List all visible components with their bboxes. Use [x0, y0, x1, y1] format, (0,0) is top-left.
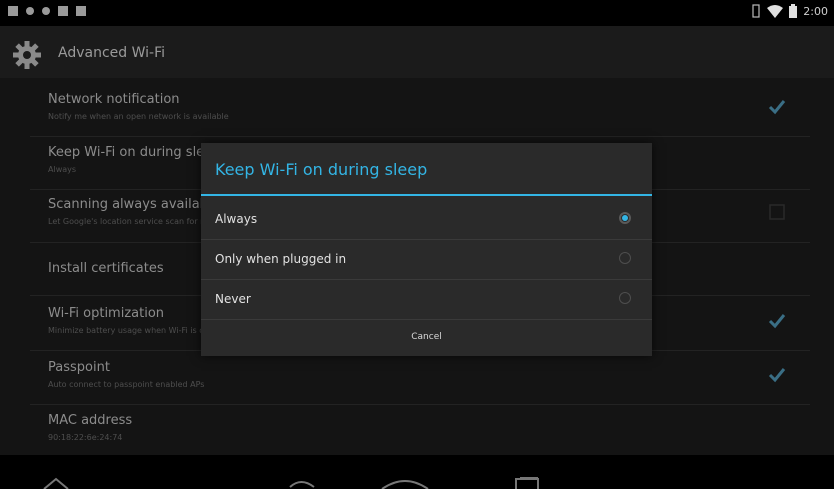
setting-summary: Always	[48, 165, 77, 174]
keep-wifi-dialog: Keep Wi-Fi on during sleep Always Only w…	[201, 143, 652, 356]
setting-title: MAC address	[48, 413, 133, 428]
page-title: Advanced Wi-Fi	[58, 45, 166, 61]
recent-apps-icon[interactable]	[512, 477, 542, 489]
chevron-up-icon[interactable]	[42, 477, 70, 489]
dialog-title-divider	[201, 194, 652, 196]
option-label: Only when plugged in	[215, 252, 347, 266]
gear-icon[interactable]	[12, 40, 42, 70]
notification-icons	[8, 6, 86, 16]
radio-unselected-icon[interactable]	[619, 292, 631, 304]
back-icon[interactable]	[286, 479, 316, 489]
notification-icon	[26, 7, 34, 15]
checkbox-unchecked-icon[interactable]	[766, 201, 788, 223]
action-bar: Advanced Wi-Fi	[0, 26, 834, 78]
setting-summary: 90:18:22:6e:24:74	[48, 433, 123, 442]
option-label: Always	[215, 212, 258, 226]
clock: 2:00	[803, 4, 828, 18]
system-icons: 2:00	[751, 4, 828, 18]
setting-title: Scanning always available	[48, 197, 220, 212]
setting-network-notification[interactable]: Network notification Notify me when an o…	[48, 92, 788, 142]
home-icon[interactable]	[380, 477, 430, 489]
setting-summary: Notify me when an open network is availa…	[48, 112, 229, 121]
setting-summary: Minimize battery usage when Wi-Fi is on	[48, 326, 210, 335]
status-bar: 2:00	[0, 0, 834, 26]
checkbox-checked-icon[interactable]	[766, 364, 788, 386]
option-only-when-plugged-in[interactable]: Only when plugged in	[201, 239, 652, 279]
checkbox-checked-icon[interactable]	[766, 96, 788, 118]
checkbox-checked-icon[interactable]	[766, 310, 788, 332]
battery-icon	[789, 4, 798, 18]
wifi-icon	[767, 4, 784, 18]
cancel-button[interactable]: Cancel	[201, 320, 652, 356]
setting-title: Passpoint	[48, 360, 110, 375]
notification-icon	[42, 7, 50, 15]
setting-title: Keep Wi-Fi on during sleep	[48, 145, 221, 160]
navigation-bar	[0, 455, 834, 489]
setting-title: Install certificates	[48, 261, 164, 276]
radio-selected-icon[interactable]	[619, 212, 631, 224]
dialog-title: Keep Wi-Fi on during sleep	[215, 160, 428, 179]
setting-title: Wi-Fi optimization	[48, 306, 165, 321]
option-always[interactable]: Always	[201, 199, 652, 239]
divider	[30, 404, 810, 405]
setting-title: Network notification	[48, 92, 180, 107]
radio-unselected-icon[interactable]	[619, 252, 631, 264]
option-never[interactable]: Never	[201, 279, 652, 319]
notification-icon	[76, 6, 86, 16]
photo-icon	[58, 6, 68, 16]
divider	[30, 136, 810, 137]
setting-passpoint[interactable]: Passpoint Auto connect to passpoint enab…	[48, 360, 788, 410]
option-label: Never	[215, 292, 251, 306]
cancel-label: Cancel	[411, 332, 442, 342]
vibrate-icon	[752, 4, 760, 18]
setting-summary: Auto connect to passpoint enabled APs	[48, 380, 205, 389]
message-icon	[8, 6, 18, 16]
